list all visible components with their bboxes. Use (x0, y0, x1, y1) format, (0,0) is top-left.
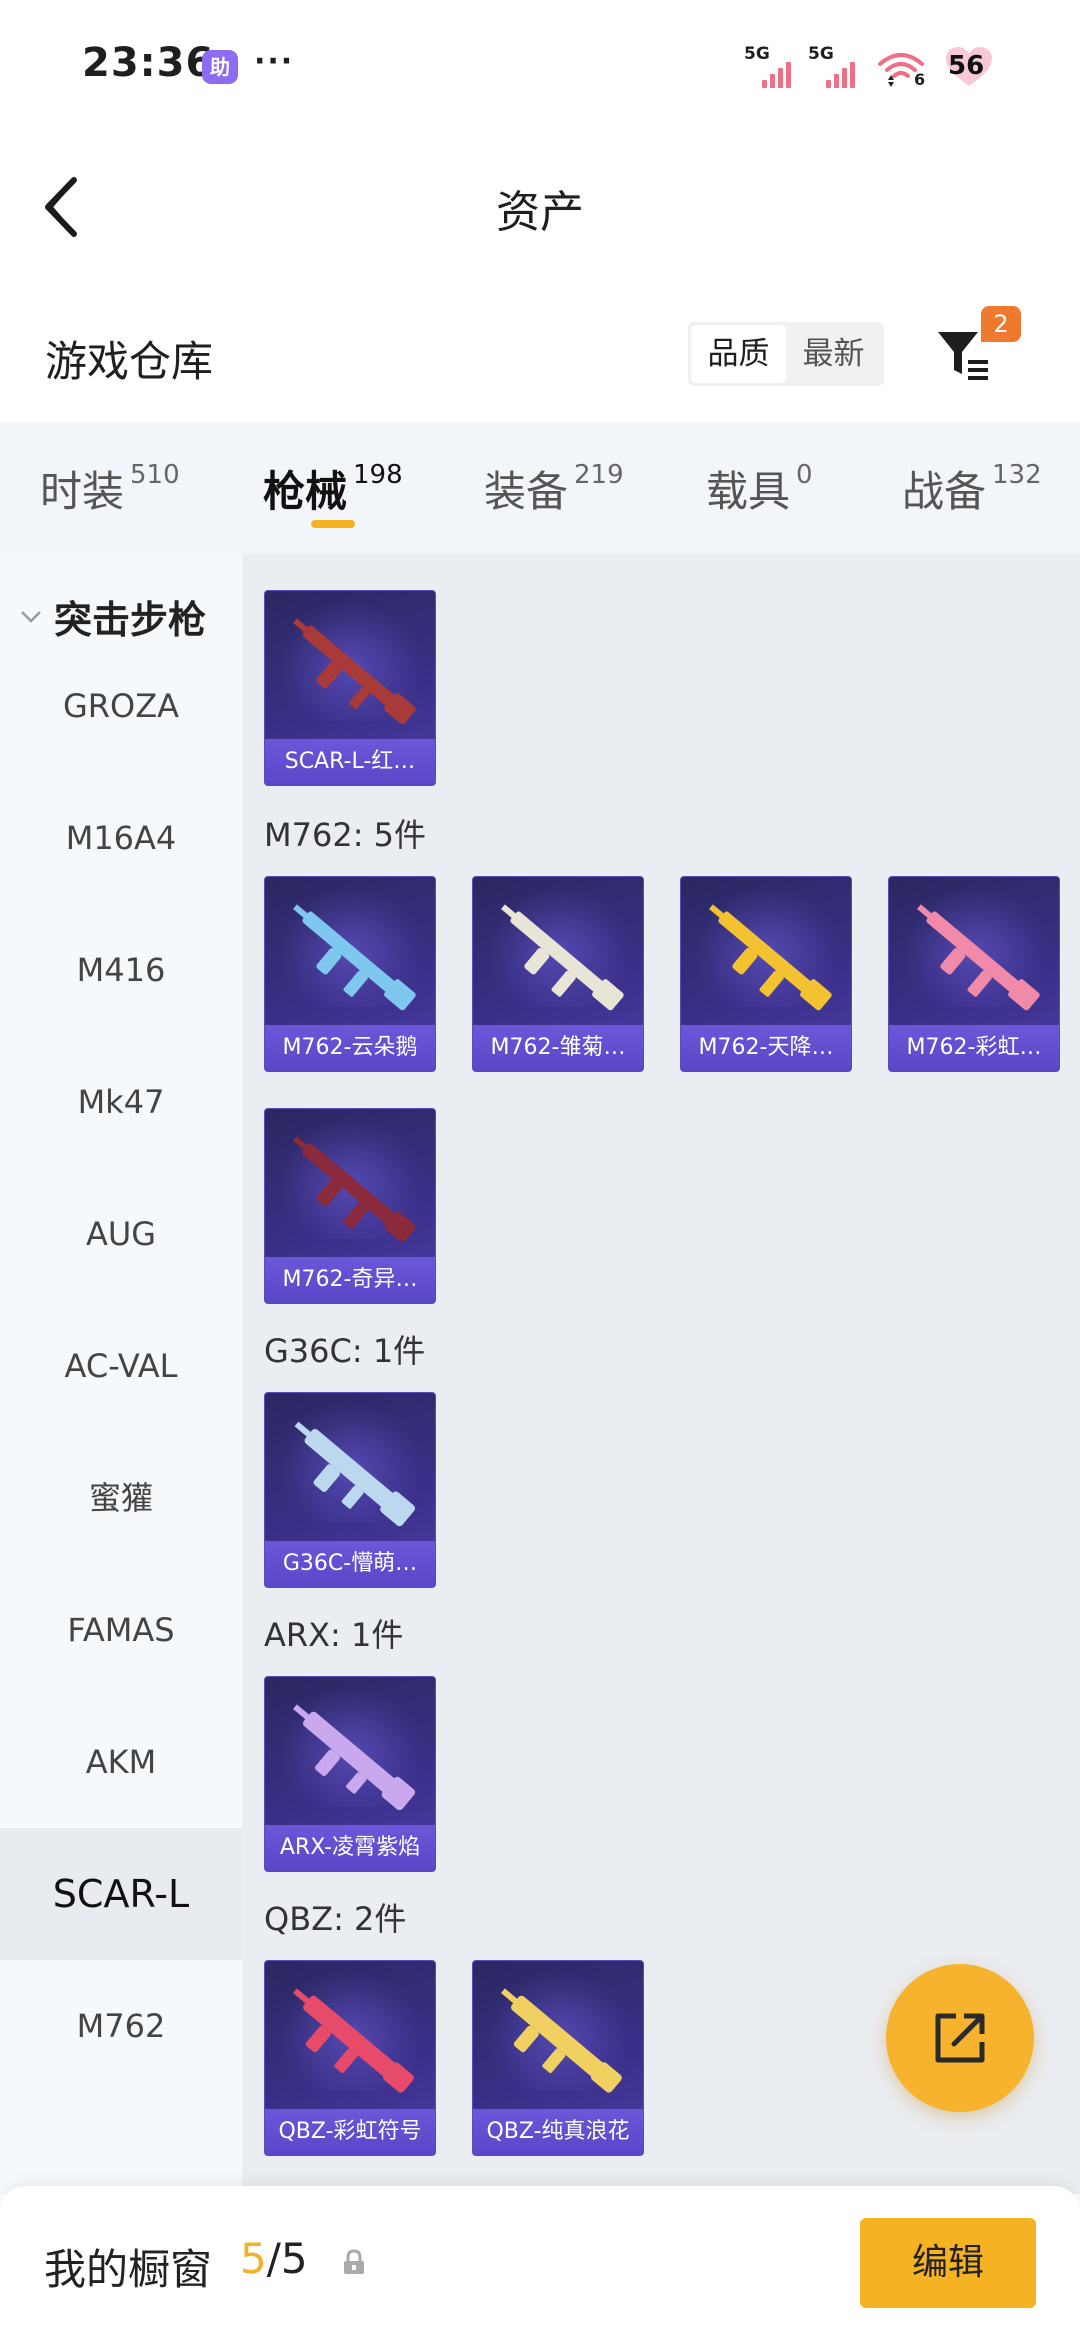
tab-supplies[interactable]: 战备 132 (902, 458, 1042, 519)
rifle-icon (709, 904, 832, 1011)
tab-label: 时装 (40, 467, 125, 516)
weapon-card[interactable]: ARX-凌霄紫焰 (264, 1676, 436, 1872)
share-icon (935, 2013, 985, 2063)
weapon-name: M762-奇异… (265, 1257, 435, 1303)
wifi-number: 6 (914, 70, 926, 89)
sort-newest-option[interactable]: 最新 (786, 325, 881, 383)
rifle-icon (293, 618, 416, 725)
tab-count: 132 (992, 460, 1042, 490)
sim1-label: 5G (744, 44, 770, 64)
rifle-icon (293, 1988, 414, 2093)
weapon-name: M762-雏菊… (473, 1025, 643, 1071)
weapon-card[interactable]: M762-云朵鹅 (264, 876, 436, 1072)
tab-vehicles[interactable]: 载具 0 (706, 458, 813, 519)
lock-icon (344, 2249, 364, 2274)
rifle-icon (917, 904, 1040, 1011)
weapon-sidebar: 突击步枪 GROZA M16A4 M416 Mk47 AUG AC-VAL 蜜獾… (0, 554, 242, 2194)
active-tab-indicator (311, 520, 355, 528)
weapon-grid: SCAR-L-红… M762: 5件 M762-云朵鹅 M762-雏菊… M76… (242, 554, 1080, 2194)
group-title-m762: M762: 5件 (264, 816, 427, 854)
sidebar-item-mk47[interactable]: Mk47 (0, 1036, 242, 1168)
weapon-card[interactable]: M762-奇异… (264, 1108, 436, 1304)
sidebar-item-ac-val[interactable]: AC-VAL (0, 1300, 242, 1432)
tab-label: 装备 (484, 467, 569, 516)
weapon-card[interactable]: M762-雏菊… (472, 876, 644, 1072)
tab-label: 载具 (706, 467, 791, 516)
status-bar: 23:36 助 ··· 5G 5G 6 56 (0, 0, 1080, 130)
assistant-icon: 助 (202, 50, 238, 84)
weapon-card[interactable]: M762-彩虹… (888, 876, 1060, 1072)
weapon-name: ARX-凌霄紫焰 (265, 1825, 435, 1871)
group-title-arx: ARX: 1件 (264, 1616, 404, 1654)
rifle-icon (293, 1136, 416, 1243)
showcase-label: 我的橱窗 (44, 2245, 213, 2294)
sidebar-item-honey-badger[interactable]: 蜜獾 (0, 1432, 242, 1564)
sidebar-item-aug[interactable]: AUG (0, 1168, 242, 1300)
rifle-icon (501, 904, 624, 1011)
more-notifications-icon: ··· (254, 44, 295, 79)
weapon-name: SCAR-L-红… (265, 739, 435, 785)
weapon-name: G36C-懵萌… (265, 1541, 435, 1587)
weapon-card[interactable]: SCAR-L-红… (264, 590, 436, 786)
sort-toggle: 品质 最新 (688, 322, 884, 386)
tab-label: 战备 (902, 467, 987, 516)
status-time: 23:36 (82, 40, 215, 86)
weapon-name: QBZ-彩虹符号 (265, 2109, 435, 2155)
sidebar-item-akm[interactable]: AKM (0, 1696, 242, 1828)
tab-count: 219 (574, 460, 624, 490)
tab-label: 枪械 (263, 467, 348, 516)
sidebar-item-groza[interactable]: GROZA (0, 640, 242, 772)
weapon-name: QBZ-纯真浪花 (473, 2109, 643, 2155)
edit-button[interactable]: 编辑 (860, 2218, 1036, 2308)
weapon-name: M762-彩虹… (889, 1025, 1059, 1071)
weapon-card[interactable]: M762-天降… (680, 876, 852, 1072)
rifle-icon (293, 1704, 416, 1811)
rifle-icon (501, 1988, 622, 2093)
battery-icon: 56 (944, 46, 994, 88)
battery-level: 56 (948, 51, 985, 81)
sidebar-item-m416[interactable]: M416 (0, 904, 242, 1036)
sidebar-item-scar-l[interactable]: SCAR-L (0, 1828, 242, 1960)
share-button[interactable] (886, 1964, 1034, 2112)
showcase-count: 5/5 (240, 2234, 308, 2283)
group-title-qbz: QBZ: 2件 (264, 1900, 407, 1938)
sidebar-item-m762[interactable]: M762 (0, 1960, 242, 2092)
weapon-card[interactable]: QBZ-纯真浪花 (472, 1960, 644, 2156)
weapon-card[interactable]: QBZ-彩虹符号 (264, 1960, 436, 2156)
filter-count-badge: 2 (981, 306, 1021, 342)
sidebar-category-label: 突击步枪 (54, 597, 207, 642)
tab-equipment[interactable]: 装备 219 (484, 458, 624, 519)
tab-count: 510 (130, 460, 180, 490)
tab-guns[interactable]: 枪械 198 (263, 458, 403, 519)
showcase-total: /5 (266, 2234, 308, 2283)
page-title: 资产 (496, 187, 584, 238)
tab-count: 198 (353, 460, 403, 490)
weapon-name: M762-云朵鹅 (265, 1025, 435, 1071)
sim2-label: 5G (808, 44, 834, 64)
signal-icon-sim1: 5G (744, 44, 802, 88)
weapon-name: M762-天降… (681, 1025, 851, 1071)
group-title-g36c: G36C: 1件 (264, 1332, 426, 1370)
sort-quality-option[interactable]: 品质 (691, 325, 786, 383)
tab-count: 0 (796, 460, 813, 490)
wifi-icon: 6 (876, 48, 926, 89)
weapon-card[interactable]: G36C-懵萌… (264, 1392, 436, 1588)
signal-icon-sim2: 5G (808, 44, 866, 88)
sidebar-item-famas[interactable]: FAMAS (0, 1564, 242, 1696)
chevron-down-icon (21, 611, 41, 623)
showcase-current: 5 (240, 2234, 267, 2283)
sidebar-category-assault-rifles[interactable]: 突击步枪 (0, 586, 242, 646)
category-tabs: 时装 510 枪械 198 装备 219 载具 0 战备 132 (0, 422, 1080, 554)
rifle-icon (294, 1421, 416, 1527)
warehouse-title: 游戏仓库 (45, 337, 214, 386)
tab-fashion[interactable]: 时装 510 (40, 458, 180, 519)
showcase-bar: 我的橱窗 5/5 编辑 (0, 2186, 1080, 2339)
rifle-icon (293, 904, 416, 1011)
sidebar-item-m16a4[interactable]: M16A4 (0, 772, 242, 904)
